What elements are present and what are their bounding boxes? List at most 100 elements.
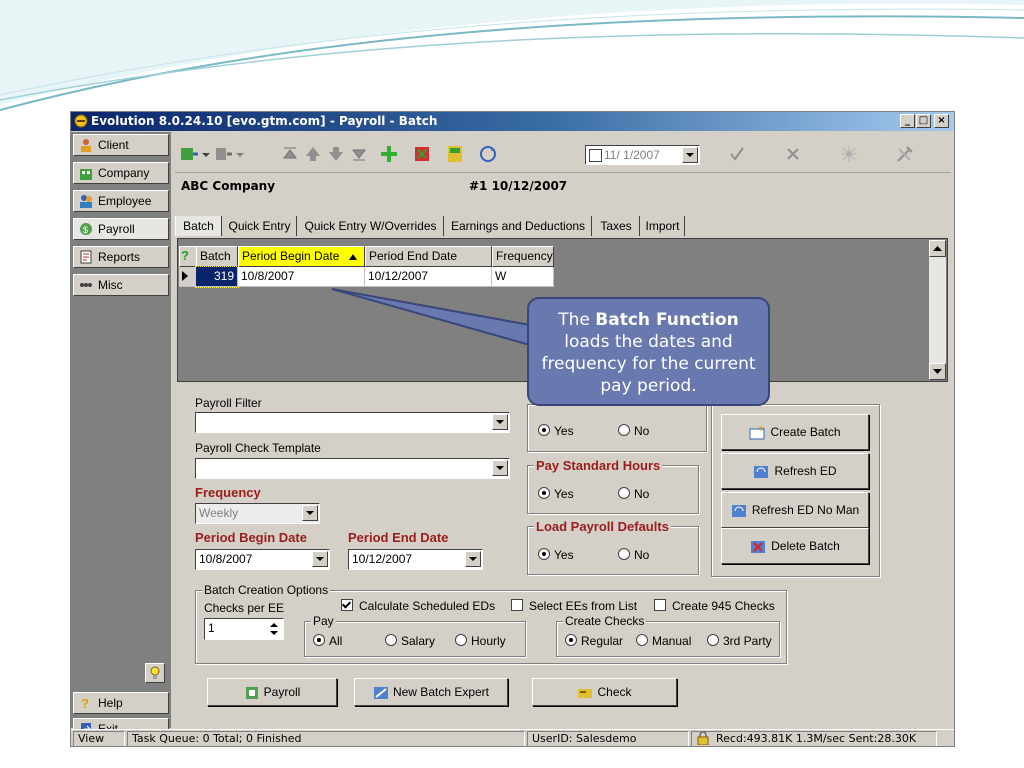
lpd-yes-radio[interactable]: Yes bbox=[538, 548, 574, 562]
pay-salary-radio[interactable]: Salary bbox=[385, 634, 435, 648]
commit-check-icon[interactable] bbox=[727, 144, 747, 164]
hint-bulb-button[interactable] bbox=[145, 663, 165, 683]
nav-employee[interactable]: Employee bbox=[73, 190, 169, 212]
question-icon: ? bbox=[181, 248, 189, 263]
cell-frequency[interactable]: W bbox=[492, 267, 554, 287]
cc-regular-radio[interactable]: Regular bbox=[565, 634, 623, 648]
select-ees-from-list-checkbox[interactable]: Select EEs from List bbox=[511, 599, 637, 613]
cell-period-begin[interactable]: 10/8/2007 bbox=[238, 267, 365, 287]
tab-taxes[interactable]: Taxes bbox=[593, 216, 640, 236]
move-up-icon[interactable] bbox=[303, 144, 323, 164]
scroll-down-button[interactable] bbox=[929, 363, 946, 380]
spinner-arrows-icon[interactable] bbox=[267, 620, 281, 638]
create-945-checks-checkbox[interactable]: Create 945 Checks bbox=[654, 599, 775, 613]
reports-icon bbox=[80, 250, 92, 264]
cell-period-end[interactable]: 10/12/2007 bbox=[365, 267, 492, 287]
period-end-picker[interactable]: 10/12/2007 bbox=[348, 549, 483, 570]
lpd-no-radio[interactable]: No bbox=[618, 548, 649, 562]
minimize-button[interactable]: _ bbox=[900, 114, 915, 128]
new-batch-expert-button[interactable]: New Batch Expert bbox=[354, 678, 508, 706]
nav-reports[interactable]: Reports bbox=[73, 246, 169, 268]
payroll-filter-select[interactable] bbox=[195, 412, 510, 433]
post-icon[interactable] bbox=[445, 144, 465, 164]
status-view[interactable]: View bbox=[73, 731, 125, 746]
refresh-ed-no-man-button[interactable]: Refresh ED No Man bbox=[721, 492, 869, 528]
col-header-period-end[interactable]: Period End Date bbox=[365, 246, 492, 267]
tab-batch[interactable]: Batch bbox=[175, 216, 222, 236]
period-begin-picker[interactable]: 10/8/2007 bbox=[195, 549, 330, 570]
import-dropdown-icon[interactable] bbox=[235, 144, 245, 164]
check-template-dropdown-button[interactable] bbox=[492, 460, 508, 476]
refresh-ed-icon bbox=[754, 465, 769, 478]
cc-manual-radio[interactable]: Manual bbox=[636, 634, 691, 648]
psh-yes-radio[interactable]: Yes bbox=[538, 487, 574, 501]
move-last-icon[interactable] bbox=[349, 144, 369, 164]
col-header-frequency[interactable]: Frequency bbox=[492, 246, 554, 267]
pay-hourly-radio[interactable]: Hourly bbox=[455, 634, 506, 648]
close-button[interactable]: × bbox=[934, 114, 949, 128]
row-indicator[interactable] bbox=[179, 267, 196, 287]
status-task-queue: Task Queue: 0 Total; 0 Finished bbox=[127, 731, 525, 746]
frequency-dropdown-button[interactable] bbox=[302, 505, 318, 521]
group1-no-radio[interactable]: No bbox=[618, 424, 649, 438]
date-checkbox[interactable] bbox=[589, 149, 602, 162]
add-record-icon[interactable] bbox=[179, 144, 199, 164]
refresh-icon[interactable] bbox=[478, 144, 498, 164]
row-pointer-icon bbox=[182, 271, 188, 281]
nav-client[interactable]: Client bbox=[73, 134, 169, 156]
check-template-select[interactable] bbox=[195, 458, 510, 479]
col-header-batch[interactable]: Batch bbox=[196, 246, 238, 267]
tab-quick-entry-overrides[interactable]: Quick Entry W/Overrides bbox=[298, 216, 444, 236]
as-of-date-field[interactable]: 11/ 1/2007 bbox=[585, 145, 700, 165]
title-bar: Evolution 8.0.24.10 [evo.gtm.com] - Payr… bbox=[71, 112, 954, 131]
sparkle-icon[interactable] bbox=[839, 144, 859, 164]
date-dropdown-button[interactable] bbox=[682, 147, 698, 163]
tab-import[interactable]: Import bbox=[641, 216, 685, 236]
nav-company[interactable]: Company bbox=[73, 162, 169, 184]
tools-icon[interactable] bbox=[895, 144, 915, 164]
payroll-button[interactable]: Payroll bbox=[207, 678, 337, 706]
col-header-period-begin[interactable]: Period Begin Date bbox=[238, 246, 365, 267]
move-first-icon[interactable] bbox=[280, 144, 300, 164]
client-icon bbox=[81, 139, 91, 152]
psh-no-radio[interactable]: No bbox=[618, 487, 649, 501]
frequency-label: Frequency bbox=[195, 485, 261, 500]
move-down-icon[interactable] bbox=[326, 144, 346, 164]
grid-select-all[interactable]: ? bbox=[179, 246, 197, 267]
period-end-dropdown-button[interactable] bbox=[465, 551, 481, 567]
batch-creation-options-title: Batch Creation Options bbox=[202, 583, 331, 597]
status-transfer: Recd:493.81K 1.3M/sec Sent:28.30K bbox=[691, 731, 937, 746]
refresh-ed-button[interactable]: Refresh ED bbox=[721, 453, 869, 489]
checks-per-ee-spinner[interactable]: 1 bbox=[204, 618, 284, 640]
pay-all-radio[interactable]: All bbox=[313, 634, 342, 648]
cancel-x-icon[interactable] bbox=[783, 144, 803, 164]
nav-misc[interactable]: Misc bbox=[73, 274, 169, 296]
callout-text: The Batch Function loads the dates and f… bbox=[541, 310, 756, 396]
nav-help[interactable]: ? Help bbox=[73, 692, 169, 714]
calc-scheduled-eds-checkbox[interactable]: Calculate Scheduled EDs bbox=[341, 599, 495, 613]
grid-scrollbar[interactable] bbox=[929, 240, 946, 380]
cc-3rd-party-radio[interactable]: 3rd Party bbox=[707, 634, 772, 648]
nav-payroll[interactable]: $ Payroll bbox=[73, 218, 169, 240]
payroll-filter-dropdown-button[interactable] bbox=[492, 414, 508, 430]
frequency-select[interactable]: Weekly bbox=[195, 503, 320, 524]
tab-quick-entry[interactable]: Quick Entry bbox=[223, 216, 297, 236]
add-green-icon[interactable] bbox=[379, 144, 399, 164]
add-dropdown-icon[interactable] bbox=[201, 144, 211, 164]
load-payroll-defaults-title: Load Payroll Defaults bbox=[534, 519, 671, 534]
check-button[interactable]: Check bbox=[532, 678, 677, 706]
scroll-up-button[interactable] bbox=[929, 240, 946, 257]
cell-batch[interactable]: 319 bbox=[195, 266, 239, 288]
period-end-label: Period End Date bbox=[348, 530, 449, 545]
period-begin-dropdown-button[interactable] bbox=[312, 551, 328, 567]
pay-group: Pay All Salary Hourly bbox=[304, 614, 526, 657]
group1-yes-radio[interactable]: Yes bbox=[538, 424, 574, 438]
create-batch-button[interactable]: Create Batch bbox=[721, 414, 869, 450]
import-icon[interactable] bbox=[213, 144, 233, 164]
payroll-doc-icon bbox=[245, 686, 258, 699]
tab-earnings-deductions[interactable]: Earnings and Deductions bbox=[445, 216, 592, 236]
delete-red-icon[interactable] bbox=[412, 144, 432, 164]
maximize-button[interactable]: □ bbox=[916, 114, 931, 128]
delete-batch-button[interactable]: Delete Batch bbox=[721, 528, 869, 564]
svg-text:?: ? bbox=[181, 248, 189, 263]
